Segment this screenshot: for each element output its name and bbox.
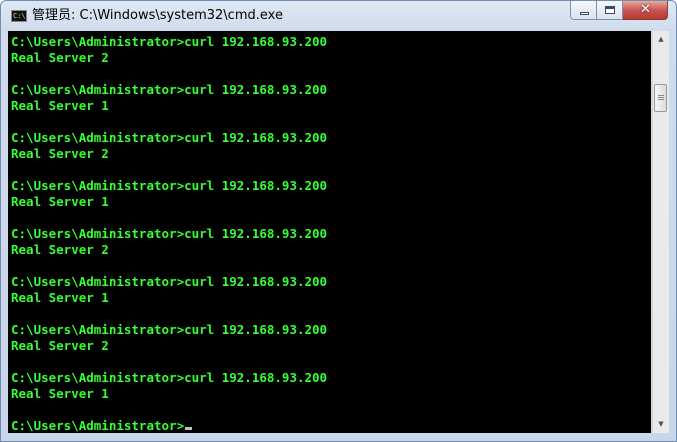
console-line: Real Server 1 (11, 194, 109, 209)
scroll-thumb[interactable] (654, 84, 667, 112)
cmd-app-icon[interactable]: C:\ (11, 10, 27, 22)
close-icon: ✕ (640, 2, 651, 17)
console-line: C:\Users\Administrator>curl 192.168.93.2… (11, 370, 328, 385)
title-bar[interactable]: C:\ 管理员: C:\Windows\system32\cmd.exe ✕ (1, 1, 676, 31)
console-line: C:\Users\Administrator>curl 192.168.93.2… (11, 322, 328, 337)
console-line: C:\Users\Administrator>curl 192.168.93.2… (11, 34, 328, 49)
cmd-window: C:\ 管理员: C:\Windows\system32\cmd.exe ✕ C… (0, 0, 677, 442)
minimize-button[interactable] (570, 1, 597, 20)
console-line: Real Server 1 (11, 386, 109, 401)
console-line: Real Server 2 (11, 338, 109, 353)
console-line: Real Server 1 (11, 98, 109, 113)
console-line: C:\Users\Administrator>curl 192.168.93.2… (11, 178, 328, 193)
thumb-grip-line (658, 97, 664, 98)
cmd-app-icon-text: C:\ (13, 12, 26, 20)
console-line: Real Server 2 (11, 50, 109, 65)
thumb-grip-line (658, 99, 664, 100)
caption-buttons: ✕ (570, 1, 668, 21)
vertical-scrollbar[interactable]: ▲ ▼ (652, 31, 669, 433)
scroll-down-arrow-icon[interactable]: ▼ (653, 416, 669, 433)
console-output-area[interactable]: C:\Users\Administrator>curl 192.168.93.2… (8, 31, 651, 433)
scroll-up-arrow-icon[interactable]: ▲ (653, 31, 669, 48)
close-button[interactable]: ✕ (623, 1, 668, 20)
console-prompt: C:\Users\Administrator> (11, 418, 185, 433)
console-line: C:\Users\Administrator>curl 192.168.93.2… (11, 130, 328, 145)
minimize-icon (580, 12, 589, 15)
text-cursor (185, 427, 193, 430)
thumb-grip-line (658, 95, 664, 96)
console-line: C:\Users\Administrator>curl 192.168.93.2… (11, 82, 328, 97)
console-line: Real Server 2 (11, 242, 109, 257)
console-prompt-line: C:\Users\Administrator> (11, 418, 327, 433)
maximize-button[interactable] (597, 1, 623, 20)
console-lines: C:\Users\Administrator>curl 192.168.93.2… (11, 34, 327, 433)
console-line: Real Server 2 (11, 146, 109, 161)
console-line: C:\Users\Administrator>curl 192.168.93.2… (11, 274, 328, 289)
console-line: C:\Users\Administrator>curl 192.168.93.2… (11, 226, 328, 241)
console-line: Real Server 1 (11, 290, 109, 305)
maximize-icon (605, 6, 615, 14)
window-title: 管理员: C:\Windows\system32\cmd.exe (32, 8, 283, 23)
